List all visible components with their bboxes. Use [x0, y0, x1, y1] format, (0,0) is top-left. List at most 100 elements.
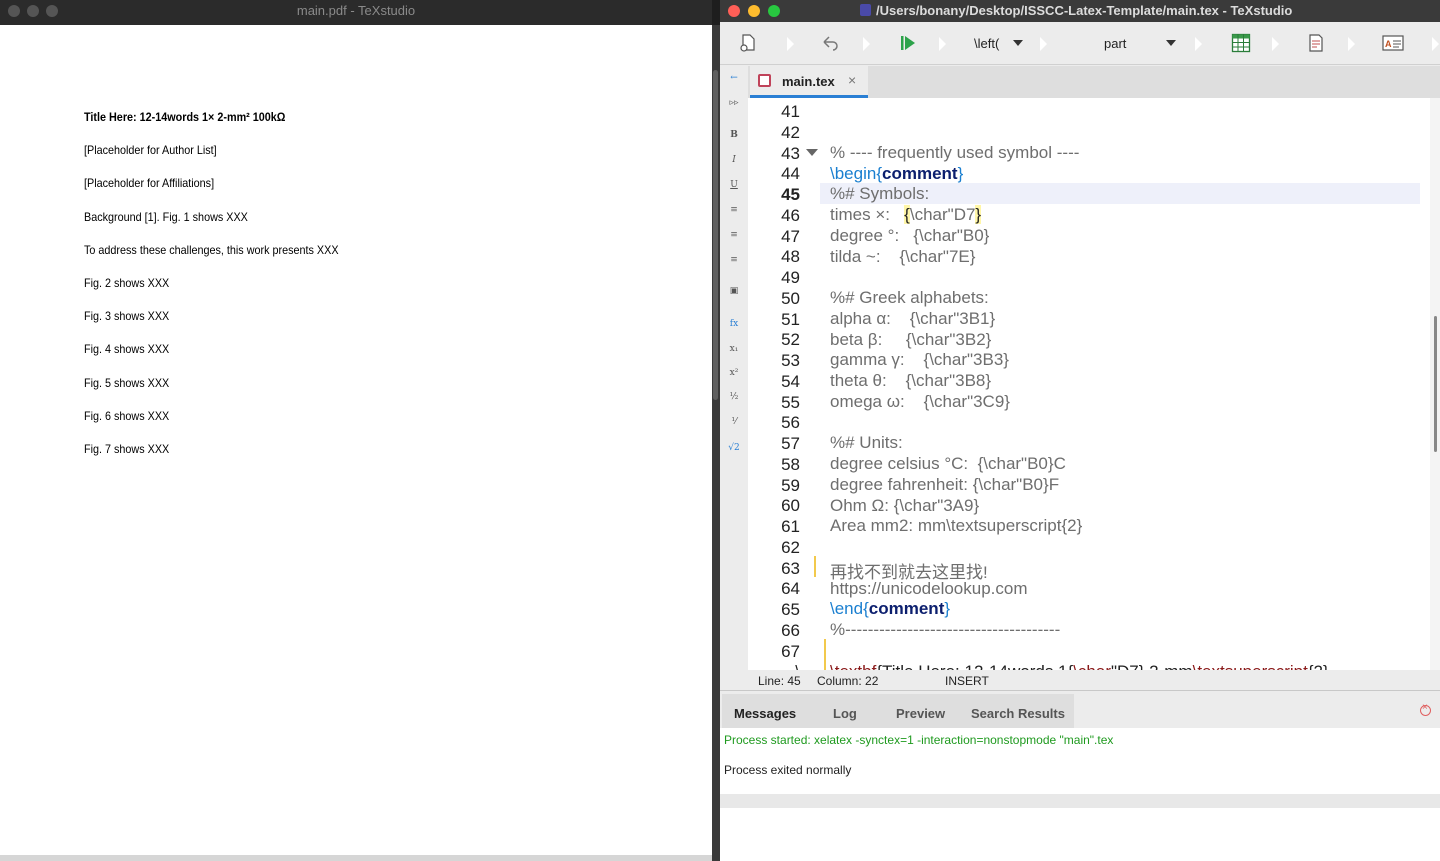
code-line[interactable]: %# Units: — [830, 433, 903, 453]
pdf-text-line: Title Here: 12-14words 1× 2-mm² 100kΩ — [84, 110, 286, 124]
code-text-area[interactable]: % ---- frequently used symbol ---- \begin… — [820, 98, 1430, 670]
close-icon[interactable]: × — [848, 72, 856, 88]
fx-icon[interactable]: fx — [728, 318, 740, 330]
code-line[interactable]: %# Greek alphabets: — [830, 288, 989, 308]
code-line[interactable]: %-------------------------------------- — [830, 620, 1060, 640]
tab-messages[interactable]: Messages — [734, 706, 796, 721]
italic-icon[interactable]: I — [728, 154, 740, 166]
superscript-icon[interactable]: x² — [728, 367, 740, 379]
toolbar-separator — [787, 37, 794, 51]
code-editor[interactable]: 41 42 43 44 45 46 47 48 49 50 51 52 53 54 55 56 57 58 59 60… — [748, 98, 1440, 670]
code-line[interactable]: theta θ: {\char"3B8} — [830, 371, 991, 391]
tab-search-results[interactable]: Search Results — [971, 706, 1065, 721]
status-bar: Line: 45 Column: 22 INSERT — [720, 672, 1440, 690]
text-frame-button[interactable]: A — [1382, 32, 1404, 54]
document-tabbar: main.tex × — [748, 66, 1440, 98]
line-number: 41 — [781, 102, 800, 121]
bold-icon[interactable]: B — [728, 129, 740, 141]
code-line[interactable]: degree °: {\char"B0} — [830, 226, 989, 246]
code-token: } — [975, 205, 982, 224]
bibliography-button[interactable] — [1306, 32, 1326, 54]
code-line[interactable]: degree celsius °C: {\char"B0}C — [830, 454, 1066, 474]
new-document-icon — [740, 34, 755, 52]
code-line[interactable]: tilda ~: {\char"7E} — [830, 247, 975, 267]
zoom-window-button[interactable] — [768, 5, 780, 17]
pdf-text-line: [Placeholder for Author List] — [84, 143, 217, 158]
build-view-icon — [901, 36, 915, 50]
messages-scrollbar[interactable] — [720, 794, 1440, 808]
code-line[interactable]: Area mm2: mm\textsuperscript{2} — [830, 516, 1082, 536]
align-center-icon[interactable]: ≡ — [728, 229, 740, 241]
code-line[interactable]: https://unicodelookup.com — [830, 579, 1028, 599]
code-line[interactable]: \begin{comment} — [830, 164, 963, 184]
undo-button[interactable] — [820, 32, 840, 54]
editor-scroll-thumb[interactable] — [1434, 316, 1437, 452]
double-arrow-icon[interactable]: ▹▹ — [728, 97, 740, 109]
pdf-page[interactable]: Title Here: 12-14words 1× 2-mm² 100kΩ [Pl… — [0, 25, 712, 855]
sqrt-icon[interactable]: √2 — [728, 442, 740, 454]
pdf-scroll-thumb[interactable] — [713, 70, 718, 400]
fraction-icon[interactable]: ½ — [728, 391, 740, 403]
line-number: 66 — [781, 620, 800, 640]
status-mode: INSERT — [945, 674, 989, 688]
image-icon[interactable]: ▣ — [728, 285, 740, 297]
code-line[interactable]: Ohm Ω: {\char"3A9} — [830, 496, 979, 516]
tabular-button[interactable] — [1231, 32, 1251, 54]
code-line[interactable]: alpha α: {\char"3B1} — [830, 309, 995, 329]
message-process-exited: Process exited normally — [724, 763, 852, 777]
align-right-icon[interactable]: ≡ — [728, 254, 740, 266]
messages-footer — [720, 808, 1440, 861]
new-from-template-button[interactable] — [738, 32, 758, 54]
close-panel-icon[interactable] — [1420, 702, 1431, 716]
build-and-view-button[interactable] — [898, 32, 918, 54]
code-line[interactable]: degree fahrenheit: {\char"B0}F — [830, 475, 1059, 495]
pdf-titlebar: main.pdf - TeXstudio — [0, 0, 712, 25]
save-icon[interactable] — [758, 74, 771, 87]
left-delimiter-combo[interactable]: \left( — [974, 32, 1024, 54]
arrow-left-icon[interactable]: ← — [728, 72, 740, 84]
main-toolbar: \left( part A — [720, 22, 1440, 65]
line-number: 57 — [781, 434, 800, 453]
code-line[interactable]: % ---- frequently used symbol ---- — [830, 143, 1079, 163]
fold-arrow-icon[interactable] — [806, 149, 818, 156]
code-line[interactable]: omega ω: {\char"3C9} — [830, 392, 1010, 412]
code-line[interactable]: \textbf{Title Here: 12-14words 1{\char"D… — [830, 662, 1329, 671]
pdf-text-line: Fig. 2 shows XXX — [84, 276, 170, 290]
line-number: 55 — [781, 392, 800, 412]
code-token: \begin — [830, 163, 877, 183]
pdf-text-line: [Placeholder for Affiliations] — [84, 176, 215, 191]
dfrac-icon[interactable]: ⅟ — [728, 416, 740, 428]
code-token: comment — [868, 599, 945, 619]
tab-label: main.tex — [782, 74, 835, 89]
toolbar-separator — [1348, 37, 1355, 51]
toolbar-separator — [1432, 37, 1439, 51]
pdf-text-line: Fig. 4 shows XXX — [84, 342, 170, 357]
line-number: 52 — [781, 330, 800, 350]
tab-main-tex[interactable]: main.tex × — [750, 66, 868, 98]
bibliography-icon — [1309, 34, 1323, 52]
line-number: 46 — [781, 205, 800, 225]
minimize-window-button[interactable] — [748, 5, 760, 17]
code-token: times ×: — [830, 205, 905, 224]
line-number: 44 — [781, 164, 800, 184]
line-number: 53 — [781, 351, 800, 370]
code-token: degree °: {\char"B0} — [830, 225, 990, 245]
structure-value: part — [1104, 35, 1127, 51]
line-number-gutter[interactable]: 41 42 43 44 45 46 47 48 49 50 51 52 53 54 55 56 57 58 59 60… — [748, 98, 820, 670]
line-number: 62 — [781, 537, 800, 557]
status-line: Line: 45 — [758, 674, 801, 688]
line-number: 60 — [781, 496, 800, 516]
structure-combo[interactable]: part — [1104, 32, 1177, 54]
underline-icon[interactable]: U — [728, 179, 740, 191]
align-left-icon[interactable]: ≡ — [728, 204, 740, 216]
close-window-button[interactable] — [728, 5, 740, 17]
subscript-icon[interactable]: x₁ — [728, 343, 740, 355]
latex-side-toolbar: ← ▹▹ B I U ≡ ≡ ≡ ▣ fx x₁ x² ½ ⅟ √2 — [720, 66, 748, 688]
code-line[interactable]: \end{comment} — [830, 599, 950, 619]
tab-preview[interactable]: Preview — [896, 706, 945, 721]
code-line[interactable]: times ×: {\char"D7} — [830, 205, 982, 225]
code-line[interactable]: %# Symbols: — [830, 184, 929, 204]
code-line[interactable]: beta β: {\char"3B2} — [830, 330, 991, 350]
code-line[interactable]: gamma γ: {\char"3B3} — [830, 350, 1009, 370]
tab-log[interactable]: Log — [833, 706, 857, 721]
